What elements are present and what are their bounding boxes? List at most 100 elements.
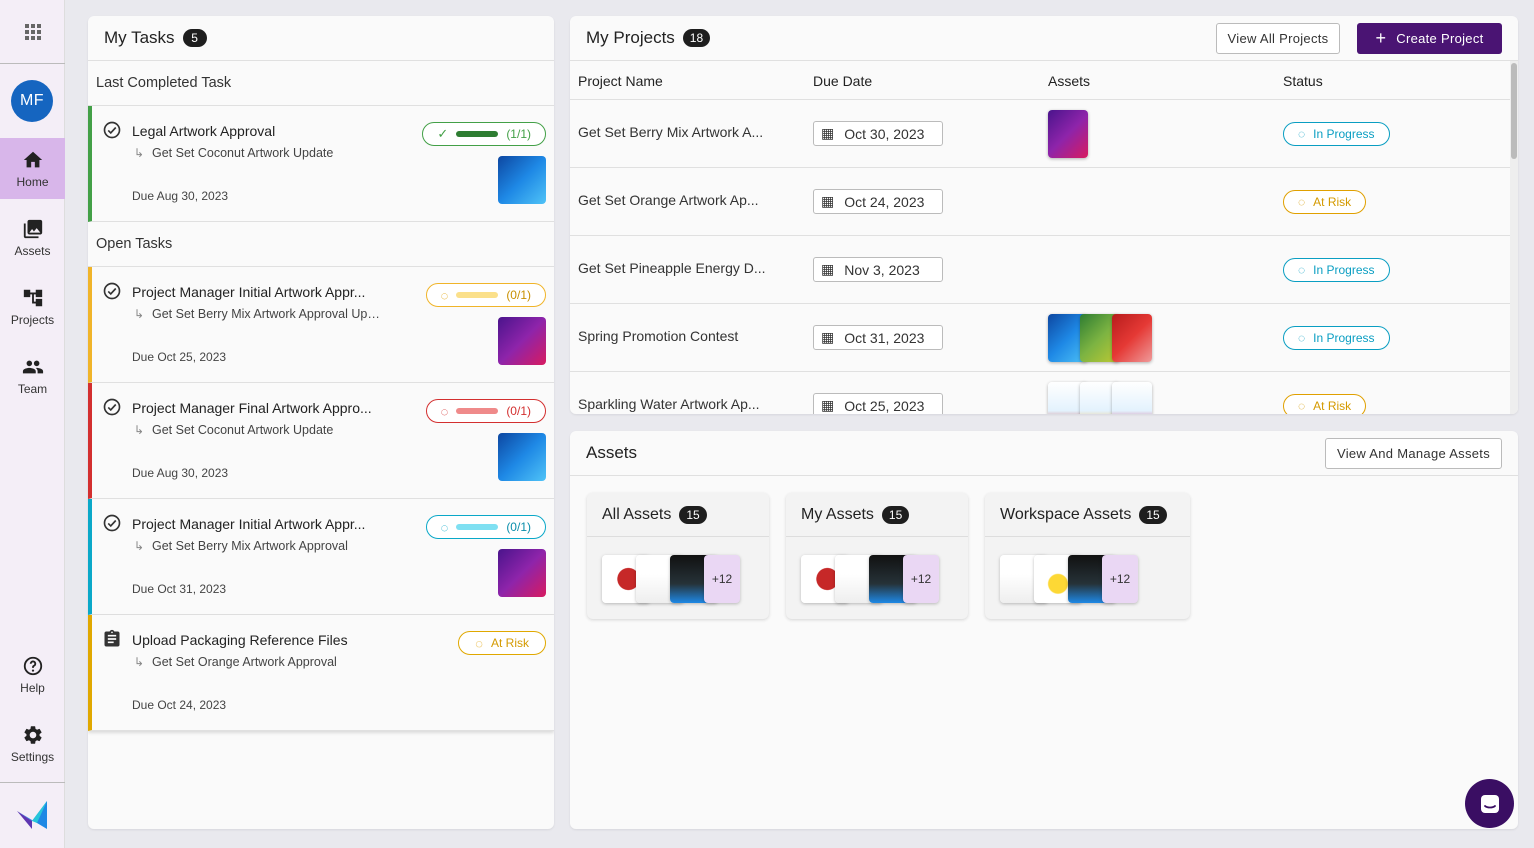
asset-card-title: All Assets bbox=[602, 505, 672, 523]
asset-thumbnails: +12 bbox=[1000, 555, 1138, 603]
progress-bar bbox=[456, 524, 499, 530]
asset-collection-card[interactable]: My Assets 15 +12 bbox=[786, 493, 968, 619]
table-row[interactable]: Get Set Orange Artwork Ap... ▦ Oct 24, 20… bbox=[570, 168, 1510, 236]
due-date-value: Oct 25, 2023 bbox=[844, 397, 925, 414]
due-date-field[interactable]: ▦ Oct 31, 2023 bbox=[813, 325, 943, 350]
column-header-project-name[interactable]: Project Name bbox=[578, 73, 663, 89]
column-header-status[interactable]: Status bbox=[1283, 73, 1323, 89]
sidebar-item-assets[interactable]: Assets bbox=[0, 207, 65, 268]
projects-scrollbar[interactable] bbox=[1510, 61, 1518, 414]
due-date-field[interactable]: ▦ Nov 3, 2023 bbox=[813, 257, 943, 282]
due-date-value: Nov 3, 2023 bbox=[844, 261, 920, 278]
task-card[interactable]: Project Manager Initial Artwork Appr... … bbox=[88, 267, 554, 383]
sidebar-item-label: Assets bbox=[14, 243, 51, 258]
task-subtitle: ↳ Get Set Orange Artwork Approval bbox=[132, 655, 382, 669]
app-grid-icon bbox=[24, 23, 41, 40]
team-icon bbox=[22, 360, 43, 373]
create-project-button[interactable]: + Create Project bbox=[1357, 23, 1502, 54]
more-assets-count: +12 bbox=[903, 555, 939, 603]
status-text: At Risk bbox=[1313, 195, 1352, 209]
task-title: Legal Artwork Approval bbox=[132, 123, 276, 139]
task-status-pill: ◌ At Risk bbox=[458, 631, 546, 655]
my-tasks-panel: My Tasks 5 Last Completed Task Legal Art… bbox=[88, 16, 554, 829]
clipboard-icon bbox=[104, 629, 120, 647]
check-circle-icon bbox=[103, 514, 121, 532]
task-asset-thumbnail[interactable] bbox=[498, 156, 546, 204]
calendar-icon: ▦ bbox=[821, 125, 835, 141]
due-date-field[interactable]: ▦ Oct 30, 2023 bbox=[813, 121, 943, 146]
sidebar-item-label: Help bbox=[20, 680, 45, 695]
asset-thumbnail[interactable] bbox=[1112, 382, 1152, 414]
task-card[interactable]: Legal Artwork Approval ↳ Get Set Coconut … bbox=[88, 106, 554, 222]
asset-thumbnail[interactable] bbox=[1048, 110, 1088, 158]
sidebar-item-home[interactable]: Home bbox=[0, 138, 65, 199]
asset-thumbnails: +12 bbox=[801, 555, 939, 603]
due-date-value: Oct 24, 2023 bbox=[844, 193, 925, 210]
progress-spinner-icon: ◌ bbox=[475, 635, 483, 651]
progress-bar bbox=[456, 408, 499, 414]
project-name[interactable]: Spring Promotion Contest bbox=[578, 328, 768, 344]
calendar-icon: ▦ bbox=[821, 193, 835, 209]
asset-collection-card[interactable]: Workspace Assets 15 +12 bbox=[985, 493, 1190, 619]
status-text: In Progress bbox=[1313, 127, 1375, 141]
task-card[interactable]: Project Manager Final Artwork Appro... ↳… bbox=[88, 383, 554, 499]
task-asset-thumbnail[interactable] bbox=[498, 549, 546, 597]
last-completed-heading: Last Completed Task bbox=[88, 61, 554, 106]
assets-title: Assets bbox=[586, 443, 638, 462]
task-due-date: Due Oct 25, 2023 bbox=[132, 350, 227, 364]
asset-collection-card[interactable]: All Assets 15 +12 bbox=[587, 493, 769, 619]
sidebar-item-team[interactable]: Team bbox=[0, 345, 65, 406]
scrollbar-thumb[interactable] bbox=[1511, 63, 1517, 159]
projects-table-header: Project Name Due Date Assets Status bbox=[570, 61, 1510, 100]
app-grid-button[interactable] bbox=[0, 0, 65, 64]
task-asset-thumbnail[interactable] bbox=[498, 433, 546, 481]
column-header-due-date[interactable]: Due Date bbox=[813, 73, 872, 89]
task-card[interactable]: Project Manager Initial Artwork Appr... … bbox=[88, 499, 554, 615]
table-row[interactable]: Get Set Berry Mix Artwork A... ▦ Oct 30, … bbox=[570, 100, 1510, 168]
task-due-date: Due Aug 30, 2023 bbox=[132, 189, 229, 203]
asset-count-badge: 15 bbox=[679, 505, 707, 524]
column-header-assets: Assets bbox=[1048, 73, 1091, 89]
view-and-manage-assets-button[interactable]: View And Manage Assets bbox=[1325, 438, 1502, 469]
table-row[interactable]: Get Set Pineapple Energy D... ▦ Nov 3, 20… bbox=[570, 236, 1510, 304]
project-name[interactable]: Sparkling Water Artwork Ap... bbox=[578, 396, 768, 412]
sidebar-item-projects[interactable]: Projects bbox=[0, 276, 65, 337]
asset-count-badge: 15 bbox=[1139, 505, 1167, 524]
plus-icon: + bbox=[1375, 28, 1387, 48]
brand-logo bbox=[17, 801, 47, 829]
progress-bar bbox=[456, 292, 499, 298]
task-subtitle: ↳ Get Set Berry Mix Artwork Approval Upd.… bbox=[132, 307, 382, 321]
image-library-icon bbox=[23, 219, 42, 238]
task-card[interactable]: Upload Packaging Reference Files ↳ Get Se… bbox=[88, 615, 554, 731]
project-name[interactable]: Get Set Berry Mix Artwork A... bbox=[578, 124, 768, 140]
status-badge: ◌ At Risk bbox=[1283, 190, 1367, 214]
task-asset-thumbnail[interactable] bbox=[498, 317, 546, 365]
avatar[interactable]: MF bbox=[11, 80, 53, 122]
subdirectory-arrow-icon: ↳ bbox=[134, 423, 145, 437]
create-project-label: Create Project bbox=[1396, 31, 1484, 46]
due-date-field[interactable]: ▦ Oct 25, 2023 bbox=[813, 393, 943, 414]
status-text: In Progress bbox=[1313, 263, 1375, 277]
sidebar-item-label: Settings bbox=[10, 749, 55, 764]
chat-launcher-button[interactable] bbox=[1465, 779, 1514, 828]
task-project-name: Get Set Berry Mix Artwork Approval Upd..… bbox=[152, 307, 382, 321]
task-project-name: Get Set Orange Artwork Approval bbox=[152, 655, 337, 669]
table-row[interactable]: Spring Promotion Contest ▦ Oct 31, 2023 ◌… bbox=[570, 304, 1510, 372]
due-date-field[interactable]: ▦ Oct 24, 2023 bbox=[813, 189, 943, 214]
view-all-projects-button[interactable]: View All Projects bbox=[1216, 23, 1340, 54]
task-title: Project Manager Initial Artwork Appr... bbox=[132, 516, 366, 532]
table-row[interactable]: Sparkling Water Artwork Ap... ▦ Oct 25, 2… bbox=[570, 372, 1510, 414]
progress-spinner-icon: ◌ bbox=[440, 287, 449, 303]
task-progress-pill: ◌ (0/1) bbox=[425, 283, 546, 307]
progress-text: (1/1) bbox=[506, 127, 531, 141]
sidebar-item-settings[interactable]: Settings bbox=[0, 713, 65, 774]
project-name[interactable]: Get Set Orange Artwork Ap... bbox=[578, 192, 768, 208]
sidebar-item-help[interactable]: Help bbox=[0, 644, 65, 705]
project-name[interactable]: Get Set Pineapple Energy D... bbox=[578, 260, 768, 276]
calendar-icon: ▦ bbox=[821, 397, 835, 413]
calendar-icon: ▦ bbox=[821, 261, 835, 277]
progress-spinner-icon: ◌ bbox=[440, 403, 449, 419]
asset-thumbnail[interactable] bbox=[1112, 314, 1152, 362]
asset-thumbnails: +12 bbox=[602, 555, 740, 603]
project-assets bbox=[1048, 314, 1152, 362]
